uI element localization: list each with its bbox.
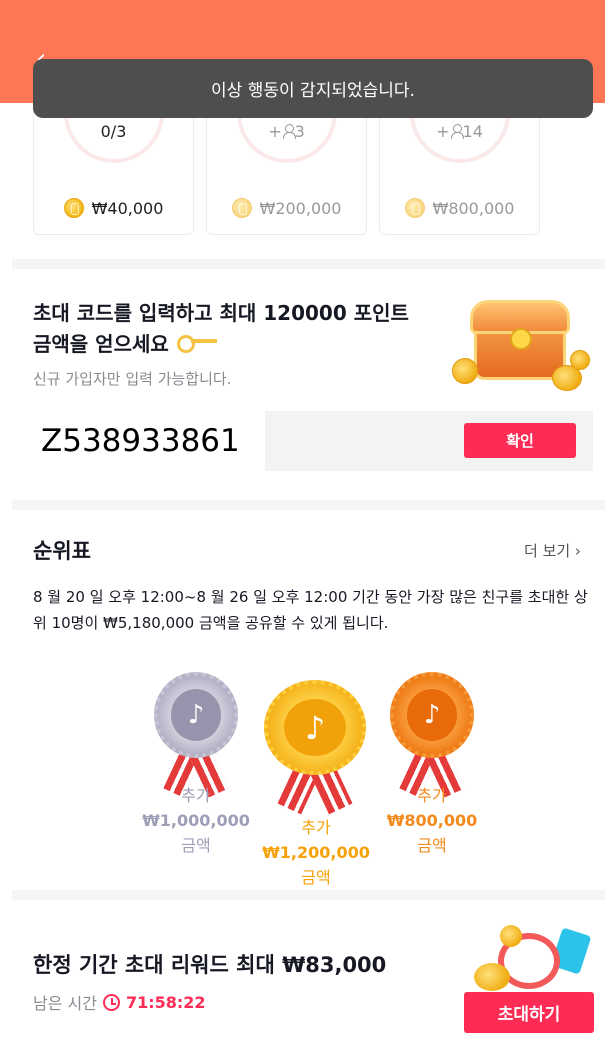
milestone-reward: ₩40,000 — [34, 198, 193, 218]
coin-icon — [570, 350, 590, 370]
milestone-reward: ₩800,000 — [380, 198, 539, 218]
prize-second: 추가 ₩1,000,000 금액 — [142, 786, 250, 855]
prize-third: 추가 ₩800,000 금액 — [386, 786, 478, 855]
milestone-reward-amount: ₩40,000 — [91, 198, 164, 218]
milestone-cards: 0/3 ₩40,000 +3 ₩200,000 +14 ₩800,000 — [33, 103, 541, 235]
remaining-time: 남은 시간 71:58:22 — [33, 990, 206, 1014]
invite-code-title: 초대 코드를 입력하고 최대 120000 포인트 금액을 얻으세요 — [33, 301, 409, 356]
section-divider — [12, 890, 605, 900]
milestone-count: 0/3 — [100, 122, 127, 141]
prize-first: 추가 ₩1,200,000 금액 — [262, 818, 370, 887]
milestone-card-3: +14 ₩800,000 — [379, 103, 540, 235]
section-divider — [12, 259, 605, 269]
milestone-count: +3 — [268, 122, 305, 141]
limited-reward-title: 한정 기간 초대 리워드 최대 ₩83,000 — [33, 953, 387, 977]
section-divider — [12, 500, 605, 510]
invite-code-row: 확인 — [33, 411, 593, 471]
gold-medal: ♪ — [264, 680, 366, 815]
milestone-card-2: +3 ₩200,000 — [206, 103, 367, 235]
bronze-medal: ♪ — [390, 672, 474, 798]
coin-icon — [452, 358, 478, 384]
tiktok-note-icon: ♪ — [406, 689, 458, 741]
coin-icon — [231, 198, 252, 218]
person-icon — [282, 124, 296, 139]
leaderboard-title: 순위표 — [33, 539, 91, 563]
coin-icon — [63, 198, 84, 218]
countdown-timer: 71:58:22 — [125, 992, 206, 1012]
toast-message: 이상 행동이 감지되었습니다. — [33, 59, 593, 118]
coin-icon — [404, 198, 425, 218]
confirm-button[interactable]: 확인 — [464, 423, 576, 458]
milestone-count: +14 — [436, 122, 483, 141]
milestone-reward-amount: ₩200,000 — [259, 198, 342, 218]
alarm-clock-illustration — [470, 925, 592, 995]
key-icon — [176, 334, 219, 353]
silver-medal: ♪ — [154, 672, 238, 798]
coin-icon — [500, 925, 522, 947]
tiktok-note-icon: ♪ — [170, 689, 222, 741]
lock-icon — [510, 328, 532, 350]
clock-icon — [102, 993, 120, 1011]
see-more-link[interactable]: 더 보기 › — [524, 540, 581, 561]
invite-button[interactable]: 초대하기 — [464, 992, 594, 1033]
milestone-reward-amount: ₩800,000 — [432, 198, 515, 218]
invite-code-subtitle: 신규 가입자만 입력 가능합니다. — [33, 370, 232, 388]
toast-text: 이상 행동이 감지되었습니다. — [211, 81, 415, 101]
leaderboard-description: 8 월 20 일 오후 12:00~8 월 26 일 오후 12:00 기간 동… — [33, 588, 588, 632]
treasure-chest-illustration — [452, 290, 592, 400]
remaining-time-label: 남은 시간 — [33, 994, 97, 1013]
invite-code-input[interactable] — [33, 411, 265, 471]
coin-icon — [474, 963, 510, 991]
tiktok-note-icon: ♪ — [283, 698, 347, 757]
milestone-card-1: 0/3 ₩40,000 — [33, 103, 194, 235]
person-icon — [450, 124, 464, 139]
milestone-reward: ₩200,000 — [207, 198, 366, 218]
